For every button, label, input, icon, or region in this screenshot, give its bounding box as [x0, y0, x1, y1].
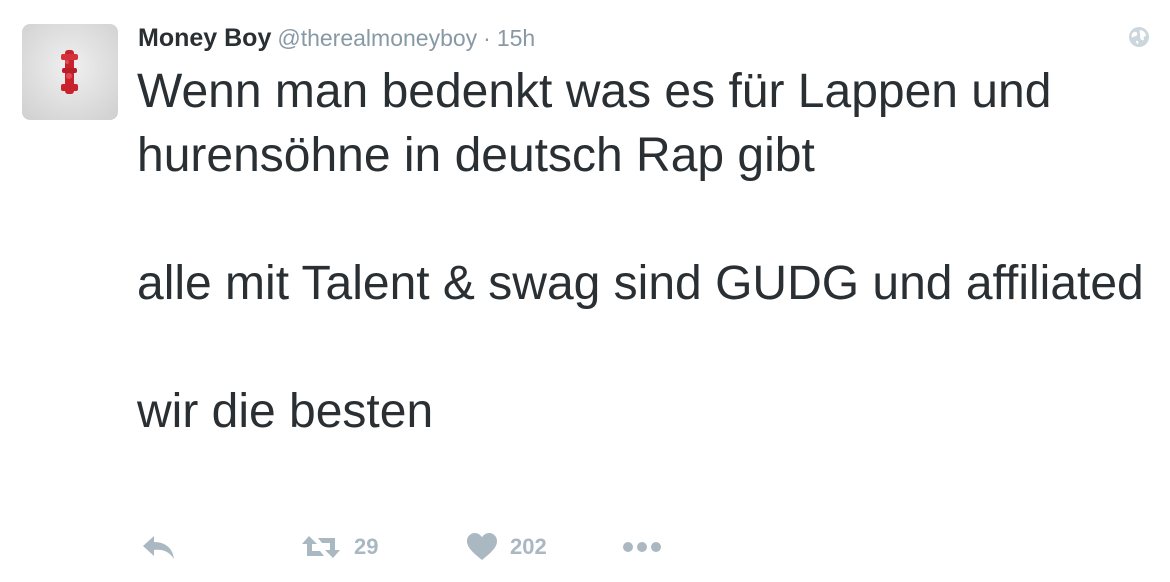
- tweet: Money Boy @therealmoneyboy · 15h Wenn ma…: [0, 0, 1170, 582]
- avatar[interactable]: [22, 24, 118, 120]
- tweet-header: Money Boy @therealmoneyboy · 15h: [138, 24, 535, 56]
- avatar-image: [61, 50, 78, 94]
- tweet-actions: 29 202: [0, 524, 1170, 570]
- reply-icon: [143, 536, 174, 559]
- like-button[interactable]: 202: [466, 524, 547, 570]
- author-username[interactable]: @therealmoneyboy: [277, 25, 477, 52]
- like-count: 202: [510, 534, 547, 559]
- tweet-timestamp[interactable]: 15h: [497, 25, 535, 52]
- reply-button[interactable]: [140, 524, 178, 570]
- more-button[interactable]: [622, 524, 662, 570]
- author-fullname[interactable]: Money Boy: [138, 24, 271, 53]
- more-icon: [623, 542, 661, 552]
- globe-icon: [1128, 26, 1150, 48]
- header-separator: ·: [483, 25, 491, 51]
- retweet-button[interactable]: 29: [300, 524, 378, 570]
- retweet-icon: [302, 536, 340, 558]
- heart-icon: [467, 533, 497, 560]
- retweet-count: 29: [354, 534, 379, 559]
- tweet-text: Wenn man bedenkt was es für Lappen und h…: [137, 65, 1144, 438]
